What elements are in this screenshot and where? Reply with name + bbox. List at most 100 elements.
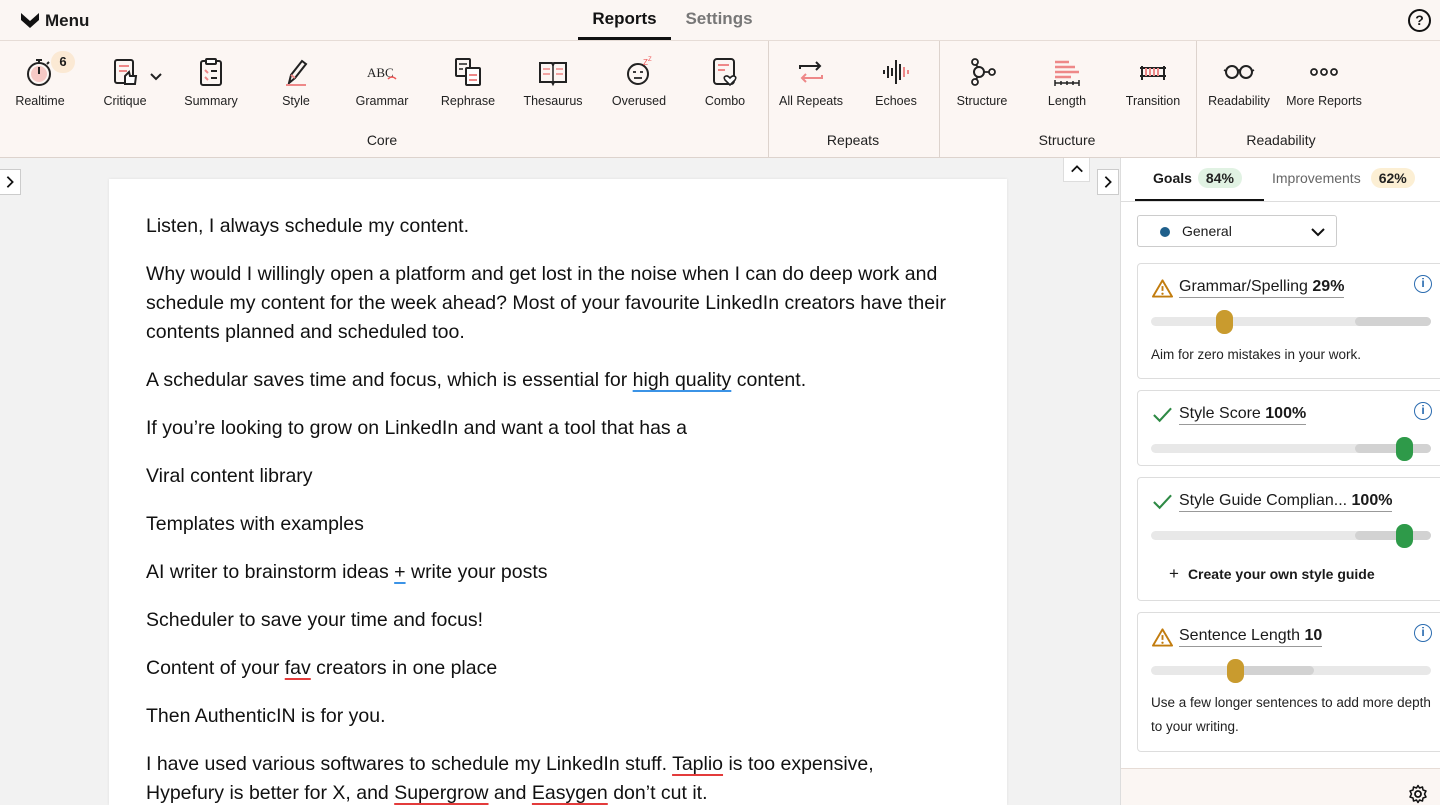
goals-panel: Goals 84% Improvements 62% General Grammar… xyxy=(1120,158,1440,805)
overused-label: Overused xyxy=(611,94,667,108)
bars-icon xyxy=(1054,60,1080,86)
goal-progress-track xyxy=(1151,437,1431,461)
goal-card-grammar: Grammar/Spelling 29% i Aim for zero mist… xyxy=(1137,263,1440,379)
panel-footer xyxy=(1121,768,1440,805)
more-dots-icon xyxy=(1310,68,1338,76)
glasses-icon xyxy=(1223,65,1255,79)
style-suggestion-highlight[interactable]: + xyxy=(394,561,405,583)
gear-icon[interactable] xyxy=(1408,784,1428,804)
critique-dropdown-chevron-icon[interactable] xyxy=(148,69,164,85)
spelling-error-highlight[interactable]: fav xyxy=(285,657,311,679)
book-icon xyxy=(539,62,567,87)
realtime-count-badge: 6 xyxy=(51,51,75,73)
goal-title[interactable]: Grammar/Spelling 29% xyxy=(1179,278,1345,298)
goal-card-style-score: Style Score 100% i xyxy=(1137,390,1440,466)
pencil-icon xyxy=(286,59,308,86)
paragraph: Content of your fav creators in one plac… xyxy=(146,657,498,679)
help-icon[interactable]: ? xyxy=(1408,9,1431,32)
all-repeats-label: All Repeats xyxy=(779,94,843,108)
dropdown-value: General xyxy=(1182,223,1232,239)
transition-label: Transition xyxy=(1125,94,1181,108)
svg-text:Z: Z xyxy=(648,57,652,63)
panel-tabs: Goals 84% Improvements 62% xyxy=(1121,158,1440,202)
soundwave-icon xyxy=(883,60,909,84)
info-icon[interactable]: i xyxy=(1414,624,1432,642)
echoes-label: Echoes xyxy=(875,94,917,108)
create-style-guide-button[interactable]: + Create your own style guide xyxy=(1169,564,1375,584)
document-editor[interactable]: Listen, I always schedule my content. Wh… xyxy=(109,179,1007,805)
goal-progress-track xyxy=(1151,524,1431,548)
document-body[interactable]: Listen, I always schedule my content. Wh… xyxy=(146,212,956,805)
sleepy-face-icon: ZZ xyxy=(627,57,652,85)
goal-profile-dropdown[interactable]: General xyxy=(1137,215,1337,247)
grammar-button[interactable]: ABC Grammar xyxy=(339,51,425,115)
plus-icon: + xyxy=(1169,564,1179,583)
paragraph: I have used various softwares to schedul… xyxy=(146,753,874,804)
readability-label: Readability xyxy=(1208,94,1270,108)
goal-progress-knob xyxy=(1227,659,1244,683)
style-button[interactable]: Style xyxy=(253,51,339,115)
thumbs-up-doc-icon xyxy=(114,59,138,85)
goal-title[interactable]: Sentence Length 10 xyxy=(1179,627,1323,647)
realtime-label: Realtime xyxy=(15,94,65,108)
echoes-button[interactable]: Echoes xyxy=(853,51,939,115)
tab-reports[interactable]: Reports xyxy=(578,9,671,40)
info-icon[interactable]: i xyxy=(1414,402,1432,420)
rephrase-label: Rephrase xyxy=(440,94,496,108)
structure-label: Structure xyxy=(956,94,1008,108)
info-icon[interactable]: i xyxy=(1414,275,1432,293)
spelling-error-highlight[interactable]: Supergrow xyxy=(394,782,488,804)
chevron-right-icon xyxy=(6,176,14,188)
left-panel-toggle[interactable] xyxy=(0,169,21,195)
tab-improvements[interactable]: Improvements 62% xyxy=(1272,168,1415,201)
menu-button[interactable]: Menu xyxy=(45,11,89,31)
right-panel-toggle[interactable] xyxy=(1097,169,1119,195)
nodes-icon xyxy=(971,58,996,86)
paragraph: Viral content library xyxy=(146,465,313,487)
thesaurus-button[interactable]: Thesaurus xyxy=(510,51,596,115)
more-reports-label: More Reports xyxy=(1286,94,1362,108)
profile-color-dot xyxy=(1160,227,1170,237)
spelling-error-highlight[interactable]: Taplio xyxy=(672,753,723,775)
logo-heart-icon[interactable] xyxy=(20,11,40,29)
goal-card-sentence-length: Sentence Length 10 i Use a few longer se… xyxy=(1137,612,1440,752)
tab-settings[interactable]: Settings xyxy=(671,9,767,40)
overused-button[interactable]: ZZ Overused xyxy=(596,51,682,115)
warning-icon xyxy=(1152,628,1173,647)
readability-group-label: Readability xyxy=(1246,132,1316,148)
all-repeats-button[interactable]: All Repeats xyxy=(768,51,854,115)
transition-button[interactable]: Transition xyxy=(1110,51,1196,115)
goal-progress-track xyxy=(1151,659,1431,683)
goal-progress-track xyxy=(1151,310,1431,334)
goal-title[interactable]: Style Guide Complian... 100% xyxy=(1179,492,1393,512)
repeat-arrows-icon xyxy=(799,61,823,83)
core-group-label: Core xyxy=(366,132,398,148)
paragraph: AI writer to brainstorm ideas + write yo… xyxy=(146,561,548,583)
paragraph: If you’re looking to grow on LinkedIn an… xyxy=(146,417,687,439)
summary-label: Summary xyxy=(184,94,238,108)
top-bar: Menu Reports Settings ? xyxy=(0,0,1440,41)
collapse-ribbon-button[interactable] xyxy=(1063,158,1090,182)
structure-button[interactable]: Structure xyxy=(939,51,1025,115)
checkmark-icon xyxy=(1153,494,1172,510)
rephrase-icon xyxy=(455,58,481,86)
goals-score-badge: 84% xyxy=(1197,168,1242,188)
goal-title[interactable]: Style Score 100% xyxy=(1179,405,1307,425)
readability-button[interactable]: Readability xyxy=(1196,51,1282,115)
combo-button[interactable]: Combo xyxy=(682,51,768,115)
summary-button[interactable]: Summary xyxy=(168,51,254,115)
tab-goals[interactable]: Goals 84% xyxy=(1135,168,1264,201)
length-button[interactable]: Length xyxy=(1024,51,1110,115)
spelling-error-highlight[interactable]: Easygen xyxy=(532,782,608,804)
combo-label: Combo xyxy=(704,94,746,108)
realtime-button[interactable]: Realtime 6 xyxy=(0,51,83,115)
style-label: Style xyxy=(282,94,310,108)
bridge-icon xyxy=(1140,66,1166,80)
improvements-score-badge: 62% xyxy=(1370,168,1415,188)
rephrase-button[interactable]: Rephrase xyxy=(425,51,511,115)
length-label: Length xyxy=(1047,94,1087,108)
goal-progress-knob xyxy=(1216,310,1233,334)
more-reports-button[interactable]: More Reports xyxy=(1281,51,1367,115)
chevron-up-icon xyxy=(1070,165,1083,173)
style-suggestion-highlight[interactable]: high quality xyxy=(633,369,732,391)
